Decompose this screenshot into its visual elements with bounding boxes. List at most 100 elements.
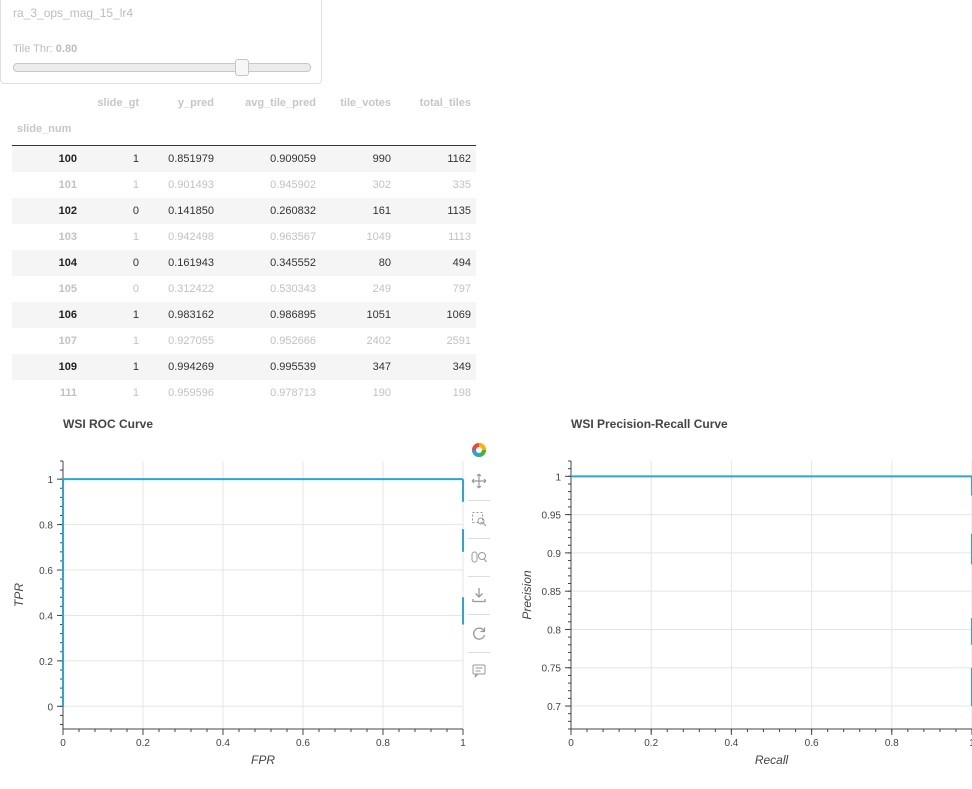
cell-slide-gt: 1 bbox=[132, 361, 139, 373]
cell-y-pred: 0.851979 bbox=[168, 153, 214, 165]
x-tick-label: 0.4 bbox=[216, 738, 230, 749]
cell-slide-num: 104 bbox=[58, 257, 77, 269]
cell-avg-tile-pred: 0.909059 bbox=[270, 153, 316, 165]
cell-avg-tile-pred: 0.963567 bbox=[270, 231, 316, 243]
cell-y-pred: 0.983162 bbox=[168, 309, 214, 321]
cell-slide-gt: 1 bbox=[132, 387, 139, 399]
column-header-y-pred: y_pred bbox=[177, 97, 214, 109]
table-row: 109 1 0.994269 0.995539 347 349 bbox=[12, 354, 476, 380]
threshold-label: Tile Thr: 0.80 bbox=[13, 43, 77, 55]
x-tick-label: 0.8 bbox=[885, 738, 899, 749]
table-body: 100 1 0.851979 0.909059 990 1162 101 1 0.901493 0… bbox=[12, 145, 476, 407]
y-axis-label: Precision bbox=[520, 570, 534, 620]
index-header-filler bbox=[82, 113, 476, 146]
results-table: slide_gt y_pred avg_tile_pred tile_votes tot… bbox=[12, 93, 476, 406]
x-tick-label: 0.2 bbox=[644, 738, 658, 749]
cell-slide-gt: 0 bbox=[132, 283, 139, 295]
x-tick-label: 0.8 bbox=[376, 738, 390, 749]
toolbar-separator bbox=[468, 538, 490, 539]
pan-icon[interactable] bbox=[467, 469, 491, 493]
cell-avg-tile-pred: 0.260832 bbox=[270, 205, 316, 217]
table-row: 105 0 0.312422 0.530343 249 797 bbox=[12, 276, 476, 302]
cell-y-pred: 0.141850 bbox=[168, 205, 214, 217]
box-zoom-icon[interactable] bbox=[467, 507, 491, 531]
cell-slide-gt: 0 bbox=[132, 257, 139, 269]
y-tick-label: 1 bbox=[47, 475, 53, 486]
table-corner bbox=[12, 93, 82, 113]
pr-chart[interactable]: WSI Precision-Recall Curve 0 0.2 0.4 0.6 0.8 1… bbox=[505, 417, 972, 784]
cell-y-pred: 0.312422 bbox=[168, 283, 214, 295]
hover-icon[interactable] bbox=[467, 659, 491, 683]
column-header-avg-tile-pred: avg_tile_pred bbox=[245, 97, 316, 109]
y-tick-label: 1 bbox=[555, 472, 561, 483]
cell-y-pred: 0.942498 bbox=[168, 231, 214, 243]
reset-icon[interactable] bbox=[467, 621, 491, 645]
cell-total-tiles: 494 bbox=[452, 257, 471, 269]
y-tick-label: 0.95 bbox=[542, 511, 562, 522]
x-axis-label: FPR bbox=[251, 753, 275, 767]
wheel-zoom-icon[interactable] bbox=[467, 545, 491, 569]
x-tick-label: 0.4 bbox=[724, 738, 738, 749]
index-header: slide_num bbox=[12, 113, 82, 146]
x-tick-label: 1 bbox=[460, 738, 466, 749]
table-row: 103 1 0.942498 0.963567 1049 1113 bbox=[12, 224, 476, 250]
threshold-value: 0.80 bbox=[55, 43, 78, 55]
threshold-label-text: Tile Thr: bbox=[13, 43, 53, 55]
cell-tile-votes: 347 bbox=[372, 361, 391, 373]
threshold-slider[interactable] bbox=[13, 59, 311, 76]
table-row: 100 1 0.851979 0.909059 990 1162 bbox=[12, 145, 476, 172]
cell-tile-votes: 302 bbox=[372, 179, 391, 191]
cell-slide-num: 106 bbox=[58, 309, 77, 321]
cell-total-tiles: 198 bbox=[452, 387, 471, 399]
table-row: 106 1 0.983162 0.986895 1051 1069 bbox=[12, 302, 476, 328]
cell-tile-votes: 1051 bbox=[366, 309, 391, 321]
cell-y-pred: 0.994269 bbox=[168, 361, 214, 373]
y-tick-label: 0.9 bbox=[547, 549, 561, 560]
roc-chart[interactable]: WSI ROC Curve 0 0.2 0.4 0.6 0.8 1 0 0.2 0.4 0.6 0.8… bbox=[0, 417, 470, 784]
cell-slide-gt: 1 bbox=[132, 153, 139, 165]
cell-total-tiles: 349 bbox=[452, 361, 471, 373]
cell-total-tiles: 335 bbox=[452, 179, 471, 191]
toolbar-separator bbox=[468, 576, 490, 577]
cell-y-pred: 0.959596 bbox=[168, 387, 214, 399]
cell-slide-num: 105 bbox=[58, 283, 77, 295]
cell-slide-gt: 1 bbox=[132, 335, 139, 347]
cell-y-pred: 0.901493 bbox=[168, 179, 214, 191]
bokeh-logo-icon[interactable] bbox=[467, 438, 491, 462]
curve-line bbox=[62, 478, 463, 707]
column-header-slide-gt: slide_gt bbox=[97, 97, 139, 109]
cell-tile-votes: 1049 bbox=[366, 231, 391, 243]
toolbar-separator bbox=[468, 614, 490, 615]
toolbar-separator bbox=[468, 500, 490, 501]
threshold-slider-handle[interactable] bbox=[235, 59, 250, 76]
table-header-row: slide_gt y_pred avg_tile_pred tile_votes tot… bbox=[12, 93, 476, 113]
chart-title: WSI Precision-Recall Curve bbox=[571, 417, 728, 431]
cell-slide-num: 102 bbox=[58, 205, 77, 217]
cell-avg-tile-pred: 0.952666 bbox=[270, 335, 316, 347]
y-tick-label: 0.7 bbox=[547, 702, 561, 713]
cell-tile-votes: 2402 bbox=[366, 335, 391, 347]
y-tick-label: 0.8 bbox=[39, 521, 53, 532]
table-row: 102 0 0.141850 0.260832 161 1135 bbox=[12, 198, 476, 224]
cell-total-tiles: 1135 bbox=[447, 205, 471, 217]
y-tick-label: 0 bbox=[47, 702, 53, 713]
chart-svg: WSI Precision-Recall Curve 0 0.2 0.4 0.6 0.8 1… bbox=[520, 417, 972, 767]
chart-title: WSI ROC Curve bbox=[63, 417, 153, 431]
y-tick-label: 0.85 bbox=[542, 587, 562, 598]
cell-avg-tile-pred: 0.986895 bbox=[270, 309, 316, 321]
x-tick-label: 0.2 bbox=[136, 738, 150, 749]
cell-avg-tile-pred: 0.345552 bbox=[270, 257, 316, 269]
y-tick-label: 0.8 bbox=[547, 625, 561, 636]
cell-slide-num: 100 bbox=[58, 153, 77, 165]
save-icon[interactable] bbox=[467, 583, 491, 607]
cell-slide-gt: 1 bbox=[132, 231, 139, 243]
table-row: 104 0 0.161943 0.345552 80 494 bbox=[12, 250, 476, 276]
y-axis-label: TPR bbox=[12, 583, 26, 607]
cell-tile-votes: 161 bbox=[372, 205, 391, 217]
cell-y-pred: 0.161943 bbox=[168, 257, 214, 269]
cell-total-tiles: 1162 bbox=[447, 153, 471, 165]
table-row: 107 1 0.927055 0.952666 2402 2591 bbox=[12, 328, 476, 354]
cell-tile-votes: 80 bbox=[378, 257, 391, 269]
x-tick-label: 0 bbox=[60, 738, 66, 749]
cell-avg-tile-pred: 0.530343 bbox=[270, 283, 316, 295]
